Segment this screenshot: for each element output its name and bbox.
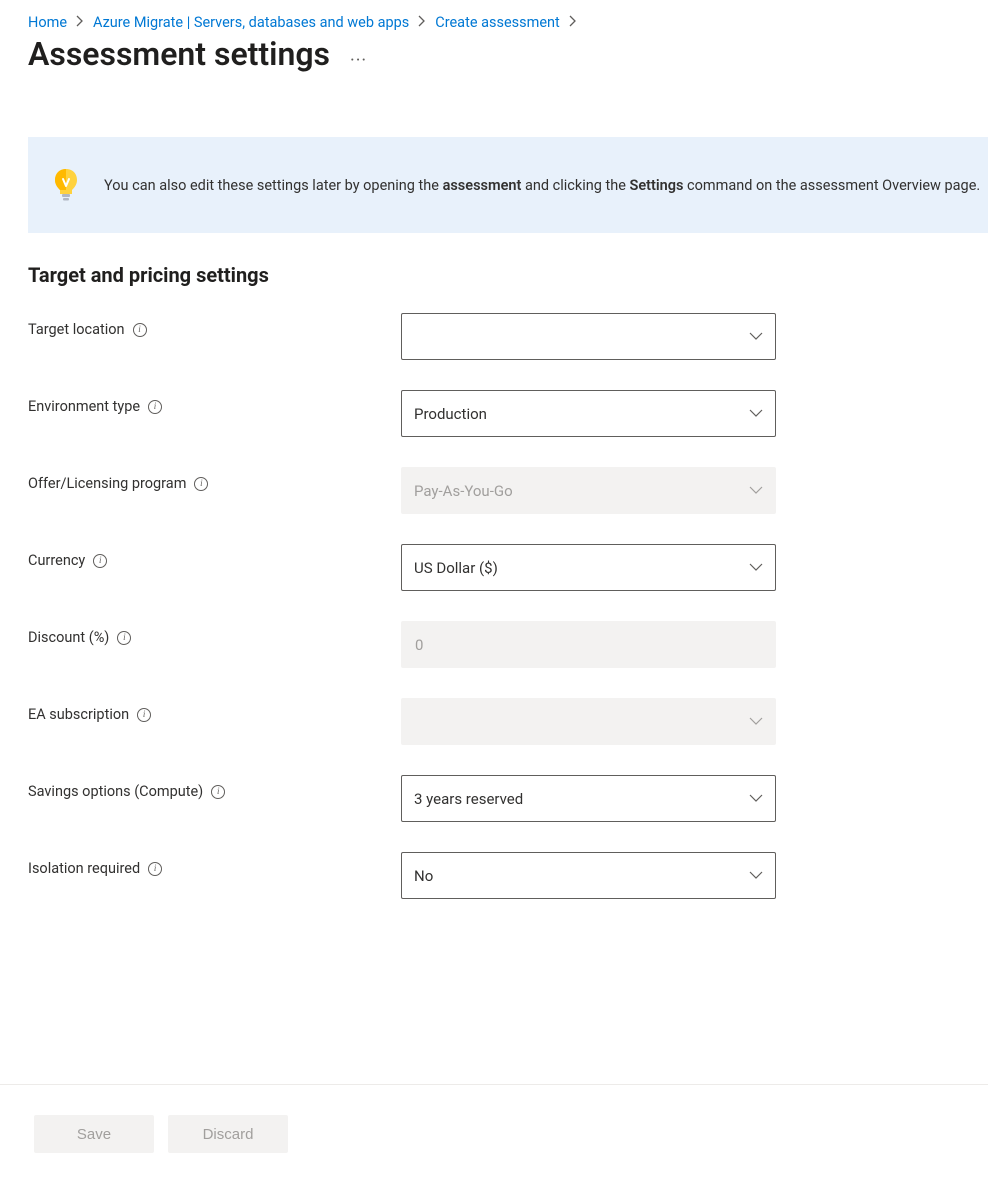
info-icon[interactable]: i xyxy=(194,477,208,491)
field-savings-options: Savings options (Compute) i 3 years rese… xyxy=(28,775,960,822)
chevron-down-icon xyxy=(749,409,763,418)
label-discount: Discount (%) i xyxy=(28,621,401,646)
label-environment-type: Environment type i xyxy=(28,390,401,415)
footer-bar: Save Discard xyxy=(0,1084,988,1183)
more-button[interactable]: ··· xyxy=(350,38,367,70)
breadcrumb: Home Azure Migrate | Servers, databases … xyxy=(0,0,988,31)
info-icon[interactable]: i xyxy=(93,554,107,568)
select-offer-licensing: Pay-As-You-Go xyxy=(401,467,776,514)
breadcrumb-home[interactable]: Home xyxy=(28,14,67,31)
info-icon[interactable]: i xyxy=(117,631,131,645)
chevron-right-icon xyxy=(76,15,84,30)
chevron-down-icon xyxy=(749,871,763,880)
select-currency[interactable]: US Dollar ($) xyxy=(401,544,776,591)
section-title: Target and pricing settings xyxy=(28,263,960,287)
field-ea-subscription: EA subscription i xyxy=(28,698,960,745)
label-offer-licensing: Offer/Licensing program i xyxy=(28,467,401,492)
chevron-right-icon xyxy=(418,15,426,30)
save-button[interactable]: Save xyxy=(34,1115,154,1153)
select-savings-options[interactable]: 3 years reserved xyxy=(401,775,776,822)
chevron-right-icon xyxy=(569,15,577,30)
section-target-pricing: Target and pricing settings Target locat… xyxy=(0,233,988,899)
field-environment-type: Environment type i Production xyxy=(28,390,960,437)
label-ea-subscription: EA subscription i xyxy=(28,698,401,723)
field-offer-licensing: Offer/Licensing program i Pay-As-You-Go xyxy=(28,467,960,514)
label-currency: Currency i xyxy=(28,544,401,569)
info-icon[interactable]: i xyxy=(133,323,147,337)
field-currency: Currency i US Dollar ($) xyxy=(28,544,960,591)
chevron-down-icon xyxy=(749,332,763,341)
breadcrumb-azure-migrate[interactable]: Azure Migrate | Servers, databases and w… xyxy=(93,14,409,31)
breadcrumb-create-assessment[interactable]: Create assessment xyxy=(435,14,560,31)
discard-button[interactable]: Discard xyxy=(168,1115,288,1153)
info-banner: You can also edit these settings later b… xyxy=(28,137,988,233)
select-isolation-required[interactable]: No xyxy=(401,852,776,899)
label-target-location: Target location i xyxy=(28,313,401,338)
info-icon[interactable]: i xyxy=(211,785,225,799)
chevron-down-icon xyxy=(749,563,763,572)
info-icon[interactable]: i xyxy=(148,862,162,876)
page-header: Assessment settings ··· xyxy=(0,31,988,73)
lightbulb-icon xyxy=(52,167,80,203)
select-ea-subscription xyxy=(401,698,776,745)
page-title: Assessment settings xyxy=(28,35,330,73)
info-banner-text: You can also edit these settings later b… xyxy=(104,177,980,194)
select-environment-type[interactable]: Production xyxy=(401,390,776,437)
input-discount: 0 xyxy=(401,621,776,668)
chevron-down-icon xyxy=(749,794,763,803)
field-target-location: Target location i xyxy=(28,313,960,360)
info-icon[interactable]: i xyxy=(137,708,151,722)
label-isolation-required: Isolation required i xyxy=(28,852,401,877)
chevron-down-icon xyxy=(749,717,763,726)
label-savings-options: Savings options (Compute) i xyxy=(28,775,401,800)
chevron-down-icon xyxy=(749,486,763,495)
select-target-location[interactable] xyxy=(401,313,776,360)
field-discount: Discount (%) i 0 xyxy=(28,621,960,668)
field-isolation-required: Isolation required i No xyxy=(28,852,960,899)
info-icon[interactable]: i xyxy=(148,400,162,414)
